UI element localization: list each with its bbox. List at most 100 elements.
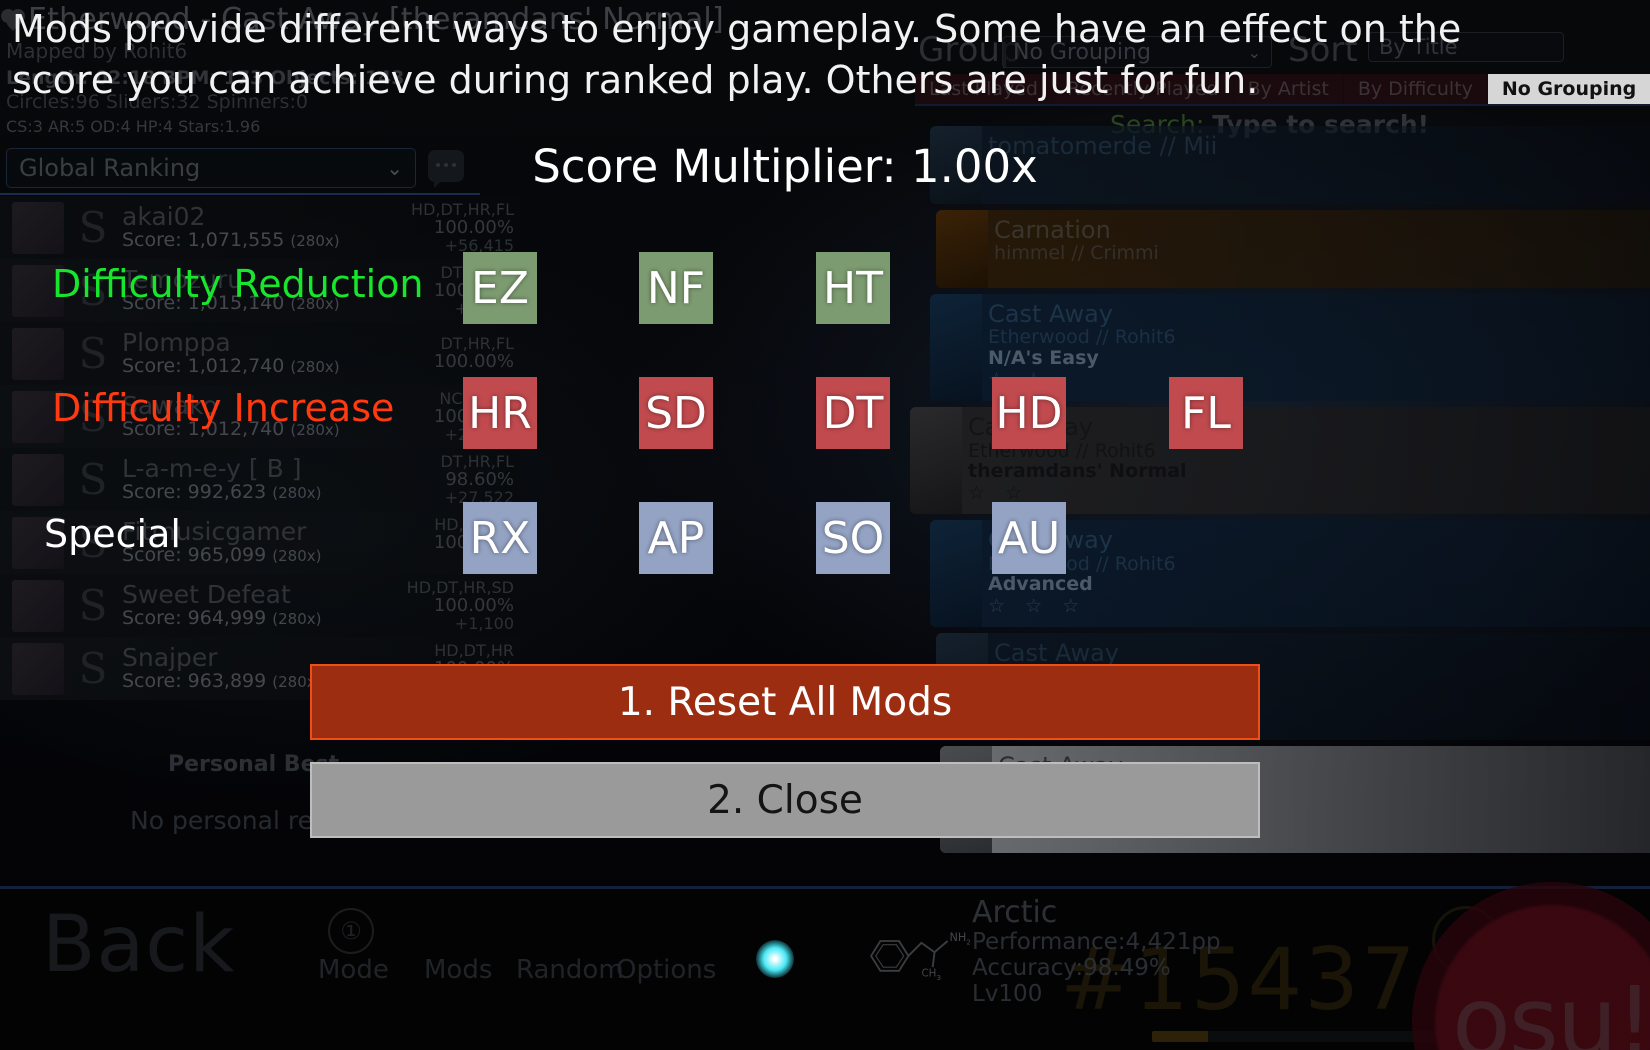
toolbar-mods-button[interactable]: Mods <box>424 955 492 985</box>
group-tooltip: No Grouping <box>1487 74 1650 104</box>
category-special: Special <box>44 512 181 556</box>
category-difficulty-reduction: Difficulty Reduction <box>52 262 424 306</box>
grade-badge: S <box>78 203 108 252</box>
user-name: Arctic <box>972 895 1058 930</box>
svg-text:3: 3 <box>936 973 941 982</box>
user-performance: Performance:4,421pp <box>972 929 1221 955</box>
beatmap-item-difficulty: theramdans' Normal <box>968 460 1187 483</box>
beatmap-item-artist: Etherwood // Rohit6 <box>968 439 1156 462</box>
sudden-death-mod[interactable]: SD <box>639 377 713 449</box>
flashlight-mod[interactable]: FL <box>1169 377 1243 449</box>
mouse-cursor <box>756 940 794 978</box>
player-name: Sweet Defeat <box>122 582 291 608</box>
score-accuracy: 100.00% <box>433 351 514 373</box>
half-time-mod[interactable]: HT <box>816 252 890 324</box>
no-fail-mod[interactable]: NF <box>639 252 713 324</box>
score-mods: DT,HR,FL <box>440 451 514 471</box>
hidden-mod[interactable]: HD <box>992 377 1066 449</box>
beatmap-list-item[interactable]: Carnation himmel // Crimmi <box>936 210 1650 288</box>
avatar <box>12 642 64 695</box>
score-info: Plomppa Score: 1,012,740 (280x) <box>122 330 398 376</box>
score-info: Sweet Defeat Score: 964,999 (280x) <box>122 582 398 628</box>
hard-rock-mod[interactable]: HR <box>463 377 537 449</box>
svg-text:NH: NH <box>949 931 966 944</box>
score-detail: DT,HR,FL 100.00% <box>398 335 520 371</box>
leaderboard-row[interactable]: S Sweet Defeat Score: 964,999 (280x) HD,DT,… <box>0 574 520 637</box>
beatmap-carousel[interactable]: tomatomerde // Mii Carnation himmel // Cri… <box>910 126 1650 859</box>
score-points: +1,100 <box>454 614 514 634</box>
beatmap-item-title: Cast Away <box>968 414 1650 440</box>
close-button[interactable]: 2. Close <box>310 762 1260 838</box>
score-mods: HD,DT,HR <box>434 640 514 660</box>
easy-mod[interactable]: EZ <box>463 252 537 324</box>
beatmap-item-title: Cast Away <box>988 300 1113 328</box>
toolbar-options-button[interactable]: Options <box>616 955 716 985</box>
grade-badge: S <box>78 644 108 693</box>
user-level: Lv100 <box>972 981 1043 1008</box>
beatmap-thumbnail <box>930 294 982 402</box>
score-info: L-a-m-e-y [ B ] Score: 992,623 (280x) <box>122 456 398 502</box>
beatmap-thumbnail <box>936 210 988 288</box>
reset-all-mods-button[interactable]: 1. Reset All Mods <box>310 664 1260 740</box>
player-name: Plomppa <box>122 330 231 356</box>
score-multiplier-label: Score Multiplier: 1.00x <box>532 140 1038 193</box>
leaderboard-row[interactable]: S L-a-m-e-y [ B ] Score: 992,623 (280x) DT,… <box>0 448 520 511</box>
player-score: Score: 964,999 (280x) <box>122 606 322 629</box>
svg-text:2: 2 <box>966 938 970 947</box>
player-score: Score: 992,623 (280x) <box>122 480 322 503</box>
score-detail: DT,HR,FL 98.60% +27,522 <box>398 451 520 507</box>
leaderboard-row[interactable]: S Plomppa Score: 1,012,740 (280x) DT,HR,FL 1… <box>0 322 520 385</box>
spun-out-mod[interactable]: SO <box>816 502 890 574</box>
osu-song-select-screen: Etherwood - Cast Away [theramdans' Norma… <box>0 0 1650 1050</box>
osu-logo-text: osu! <box>1451 966 1650 1050</box>
toolbar-mode-button[interactable]: Mode <box>318 955 389 985</box>
score-accuracy: 100.00% <box>433 594 514 616</box>
beatmap-difficulty-stats: CS:3 AR:5 OD:4 HP:4 Stars:1.96 <box>6 117 261 136</box>
user-avatar: NH 2 CH 3 <box>869 931 970 982</box>
grade-badge: S <box>78 581 108 630</box>
svg-text:CH: CH <box>921 967 936 979</box>
beatmap-item-artist: Etherwood // Rohit6 <box>988 552 1176 575</box>
player-name: akai02 <box>122 204 206 230</box>
category-difficulty-increase: Difficulty Increase <box>52 386 395 430</box>
grade-badge: S <box>78 455 108 504</box>
grade-badge: S <box>78 329 108 378</box>
mode-badge-icon[interactable]: ① <box>328 908 374 954</box>
player-score: Score: 1,071,555 (280x) <box>122 228 340 251</box>
beatmap-item-artist: Etherwood // Rohit6 <box>988 326 1176 349</box>
auto-mod[interactable]: AU <box>992 502 1066 574</box>
beatmap-item-difficulty: Advanced <box>988 573 1093 596</box>
beatmap-item-title: Cast Away <box>988 526 1113 555</box>
beatmap-thumbnail <box>930 520 982 628</box>
user-accuracy: Accuracy:98.49% <box>972 955 1171 982</box>
beatmap-item-title: Carnation <box>994 216 1111 244</box>
score-accuracy: 98.60% <box>445 468 514 490</box>
player-name: L-a-m-e-y [ B ] <box>122 456 302 482</box>
score-mods: HD,DT,HR,SD <box>406 577 514 597</box>
mods-description: Mods provide different ways to enjoy gam… <box>12 7 1462 102</box>
score-accuracy: 100.00% <box>433 216 514 238</box>
autopilot-mod[interactable]: AP <box>639 502 713 574</box>
player-score: Score: 1,012,740 (280x) <box>122 354 340 377</box>
score-mods: DT,HR,FL <box>440 334 514 354</box>
divider <box>0 193 480 195</box>
avatar <box>12 327 64 380</box>
beatmap-item-difficulty: N/A's Easy <box>988 347 1099 370</box>
avatar <box>12 453 64 506</box>
beatmap-item-artist: himmel // Crimmi <box>994 242 1159 265</box>
leaderboard-row[interactable]: Sakai02 Score: 1,071,555 (280x) HD,DT,HR,F… <box>0 196 520 259</box>
avatar <box>12 579 64 632</box>
relax-mod[interactable]: RX <box>463 502 537 574</box>
score-mods: HD,DT,HR,FL <box>411 199 514 219</box>
beatmap-item-stars: ☆ ☆ <box>988 370 1650 391</box>
score-detail: HD,DT,HR,SD 100.00% +1,100 <box>398 577 520 634</box>
double-time-mod[interactable]: DT <box>816 377 890 449</box>
avatar <box>12 201 64 254</box>
beatmap-item-title: Cast Away <box>994 639 1119 668</box>
beatmap-item-stars: ☆ ☆ ☆ <box>988 595 1087 618</box>
score-info: akai02 Score: 1,071,555 (280x) <box>122 204 398 250</box>
toolbar-random-button[interactable]: Random <box>516 955 624 985</box>
back-button[interactable]: Back <box>42 900 235 990</box>
user-panel[interactable]: Arctic Performance:4,421pp Accuracy:98.4… <box>972 896 1221 1008</box>
beatmap-item-stars: ☆ ☆ <box>968 482 1030 505</box>
